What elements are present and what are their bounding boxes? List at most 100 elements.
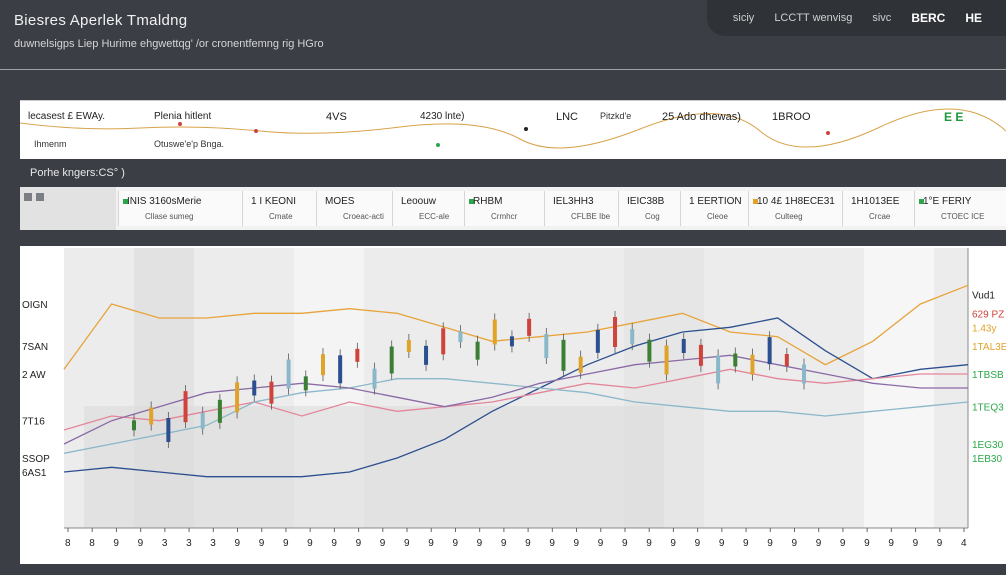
x-tick-label: 9 bbox=[719, 538, 725, 549]
candle-body bbox=[303, 376, 308, 391]
indicator-card-4[interactable]: Leoouw ECC-ale bbox=[392, 191, 465, 226]
price-chart[interactable]: OIGN 7SAN 2 AW 7T16 SSOP 6AS1 Vud1 629 PZ 7BUHS… bbox=[20, 246, 1006, 564]
x-tick-label: 9 bbox=[356, 538, 362, 549]
card-sub: Crcae bbox=[869, 212, 891, 221]
handle-icon bbox=[36, 193, 44, 201]
indicator-card-9[interactable]: 10 4£ 1H8ECE31 Culteeg bbox=[748, 191, 843, 226]
x-tick-label: 9 bbox=[113, 538, 119, 549]
candle-body bbox=[802, 364, 806, 384]
card-sub: ECC-ale bbox=[419, 212, 450, 221]
app-header: Biesres Aperlek Tmaldng duwnelsigps Liep… bbox=[0, 0, 1006, 70]
x-tick-label: 9 bbox=[283, 538, 289, 549]
x-tick-label: 9 bbox=[525, 538, 531, 549]
metric-1-title: lecasest £ EWAy. bbox=[28, 111, 106, 122]
metric-7: 25 Ado dhewas) bbox=[662, 111, 741, 123]
candle-body bbox=[217, 399, 222, 423]
indicator-card-2[interactable]: 1 I KEONI Cmate bbox=[242, 191, 317, 226]
metric-2-sub: Otuswe'e'p Bnga. bbox=[154, 139, 224, 149]
x-tick-label: 9 bbox=[646, 538, 652, 549]
page-subtitle: duwnelsigps Liep Hurime ehgwettqg' /or c… bbox=[14, 38, 324, 50]
right-tick-label: 1.43y bbox=[972, 323, 996, 334]
x-tick-label: 9 bbox=[670, 538, 676, 549]
indicator-card-1[interactable]: INIS 3160sMerie Cllase sumeg bbox=[118, 191, 243, 226]
metric-2-title: Plenia hitlent bbox=[154, 111, 212, 122]
volume-zone bbox=[84, 406, 664, 528]
candle-body bbox=[750, 354, 755, 375]
right-tick-label: 629 PZ 7BUHS bbox=[972, 309, 1006, 320]
indicator-card-6[interactable]: IEL3HH3 CFLBE Ibe bbox=[544, 191, 619, 226]
card-sub: Croeac-acti bbox=[343, 212, 384, 221]
indicator-card-3[interactable]: MOES Croeac-acti bbox=[316, 191, 393, 226]
card-title: 1H1013EE bbox=[851, 196, 900, 207]
price-chart-svg: OIGN 7SAN 2 AW 7T16 SSOP 6AS1 Vud1 629 PZ 7BUHS… bbox=[22, 248, 1006, 549]
metrics-sparkline bbox=[20, 108, 1006, 149]
metric-8: 1BROO bbox=[772, 111, 811, 123]
metric-4: 4230 lnte) bbox=[420, 111, 465, 122]
nav-item-4[interactable]: BERC bbox=[911, 11, 945, 25]
candle-body bbox=[441, 328, 446, 355]
indicator-card-8[interactable]: 1 EERTION Cleoe bbox=[680, 191, 749, 226]
right-tick-label: 1EG30 bbox=[972, 440, 1004, 451]
x-tick-label: 4 bbox=[961, 538, 967, 549]
candle-body bbox=[252, 380, 257, 396]
nav-item-1[interactable]: siciy bbox=[733, 12, 754, 24]
indicator-card-10[interactable]: 1H1013EE Crcae bbox=[842, 191, 915, 226]
x-tick-label: 9 bbox=[428, 538, 434, 549]
x-tick-label: 9 bbox=[307, 538, 313, 549]
x-tick-label: 9 bbox=[743, 538, 749, 549]
x-tick-label: 3 bbox=[186, 538, 192, 549]
candle-body bbox=[286, 359, 291, 389]
right-tick-label: 1EB30 bbox=[972, 454, 1002, 465]
strip-handle[interactable] bbox=[20, 187, 116, 230]
card-sub: CFLBE Ibe bbox=[571, 212, 611, 221]
indicator-card-5[interactable]: RHBM Crmhcr bbox=[464, 191, 545, 226]
x-tick-label: 9 bbox=[138, 538, 144, 549]
candle-body bbox=[767, 337, 772, 365]
card-sub: Cmate bbox=[269, 212, 293, 221]
x-tick-label: 9 bbox=[549, 538, 555, 549]
x-tick-label: 9 bbox=[331, 538, 337, 549]
card-title: 10 4£ 1H8ECE31 bbox=[757, 196, 835, 207]
x-tick-label: 9 bbox=[404, 538, 410, 549]
x-tick-label: 9 bbox=[598, 538, 604, 549]
x-tick-label: 9 bbox=[622, 538, 628, 549]
candle-body bbox=[492, 319, 497, 345]
candle-body bbox=[544, 334, 549, 358]
candle-body bbox=[578, 356, 583, 373]
indicator-strip: INIS 3160sMerie Cllase sumeg 1 I KEONI C… bbox=[20, 187, 1006, 230]
metric-5: LNC bbox=[556, 111, 579, 123]
x-tick-label: 9 bbox=[259, 538, 265, 549]
nav-item-3[interactable]: sivc bbox=[872, 12, 891, 24]
x-tick-label: 9 bbox=[888, 538, 894, 549]
indicator-card-7[interactable]: IEIC38B Cog bbox=[618, 191, 681, 226]
x-tick-label: 9 bbox=[937, 538, 943, 549]
candle-body bbox=[698, 344, 703, 366]
candle-body bbox=[784, 354, 789, 366]
right-tick-label: 1TBSB bbox=[972, 370, 1004, 381]
candle-body bbox=[235, 382, 240, 413]
nav-item-5[interactable]: HE bbox=[965, 11, 982, 25]
metric-6: Pitzkd'e bbox=[600, 111, 632, 121]
x-tick-label: 9 bbox=[767, 538, 773, 549]
candle-body bbox=[320, 354, 325, 376]
y-tick-label: 6AS1 bbox=[22, 468, 47, 479]
card-title: 1°E FERIY bbox=[923, 196, 972, 207]
metric-9: E E bbox=[944, 110, 964, 124]
x-tick-label: 9 bbox=[235, 538, 241, 549]
candle-body bbox=[527, 318, 532, 336]
candle-body bbox=[458, 331, 463, 343]
x-tick-label: 8 bbox=[89, 538, 95, 549]
x-tick-label: 9 bbox=[864, 538, 870, 549]
candle-body bbox=[561, 339, 566, 371]
y-tick-label: SSOP bbox=[22, 454, 50, 465]
candle-body bbox=[475, 341, 480, 360]
card-sub: Culteeg bbox=[775, 212, 803, 221]
nav-item-2[interactable]: LCCTT wenvisg bbox=[774, 12, 852, 24]
card-title: IEIC38B bbox=[627, 196, 665, 207]
candle-body bbox=[681, 339, 686, 353]
card-sub: CTOEC ICE bbox=[941, 212, 985, 221]
indicator-card-11[interactable]: 1°E FERIY CTOEC ICE bbox=[914, 191, 1006, 226]
candle-body bbox=[733, 353, 738, 367]
candle-body bbox=[389, 346, 394, 374]
right-tick-label: 1TAL3E bbox=[972, 342, 1006, 353]
